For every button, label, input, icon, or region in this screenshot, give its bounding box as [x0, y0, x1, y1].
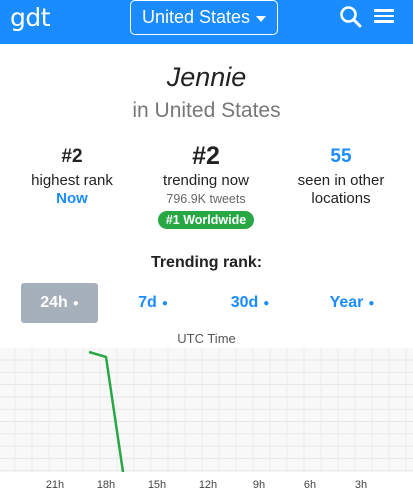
highest-rank-stat: #2 highest rank Now [12, 145, 132, 208]
country-select[interactable]: United States [130, 0, 278, 35]
country-select-label: United States [141, 7, 251, 27]
other-locations-label-line1: seen in other [297, 172, 385, 189]
chart-x-tick-label: 12h [199, 479, 217, 491]
tweet-count: 796.9K tweets [166, 192, 246, 206]
chart-plot-background [0, 348, 413, 472]
chart-x-tick-label: 9h [253, 479, 265, 491]
site-logo[interactable]: gdt [10, 3, 51, 32]
menu-button[interactable] [372, 6, 396, 28]
dot-icon: ● [72, 297, 79, 309]
hamburger-menu-icon [374, 14, 394, 17]
trending-rank-chart[interactable]: 21h 18h 15h 12h 9h 6h 3h [0, 348, 413, 500]
chart-x-tick-label: 3h [355, 479, 367, 491]
trending-now-value: #2 [192, 142, 220, 170]
dot-icon: ● [161, 297, 168, 309]
trend-title: Jennie [166, 62, 247, 92]
chevron-down-icon [256, 15, 267, 22]
search-icon [340, 6, 362, 28]
tab-year-label: Year [329, 294, 364, 311]
hamburger-menu-icon [374, 20, 394, 23]
tab-30d[interactable]: 30d ● [214, 283, 286, 323]
tab-24h[interactable]: 24h ● [21, 283, 98, 323]
tab-year[interactable]: Year ● [312, 283, 392, 323]
dot-icon: ● [368, 297, 375, 309]
highest-rank-value: #2 [61, 146, 83, 167]
highest-rank-label: highest rank [31, 172, 113, 189]
worldwide-rank-badge[interactable]: #1 Worldwide [157, 211, 255, 229]
chart-x-tick-label: 6h [304, 479, 316, 491]
hamburger-menu-icon [374, 9, 394, 12]
chart-x-tick-label: 21h [46, 479, 64, 491]
trending-now-stat: #2 trending now 796.9K tweets #1 Worldwi… [142, 142, 270, 229]
other-locations-label-line2: locations [311, 190, 371, 207]
tab-7d[interactable]: 7d ● [120, 283, 186, 323]
chart-x-axis-title: UTC Time [177, 331, 236, 346]
tab-30d-label: 30d [230, 294, 259, 311]
trending-rank-heading: Trending rank: [150, 254, 263, 271]
tab-24h-label: 24h [40, 294, 68, 311]
highest-rank-time-link[interactable]: Now [12, 190, 132, 208]
trending-now-label: trending now [163, 172, 249, 189]
other-locations-value[interactable]: 55 [280, 145, 402, 169]
dot-icon: ● [263, 297, 270, 309]
chart-x-tick-label: 15h [148, 479, 166, 491]
chart-x-tick-label: 18h [97, 479, 115, 491]
tab-7d-label: 7d [138, 294, 157, 311]
trend-location: in United States [132, 99, 281, 122]
search-button[interactable] [338, 4, 364, 30]
other-locations-stat[interactable]: 55 seen in other locations [280, 145, 402, 208]
top-nav-bar: gdt United States [0, 0, 413, 44]
